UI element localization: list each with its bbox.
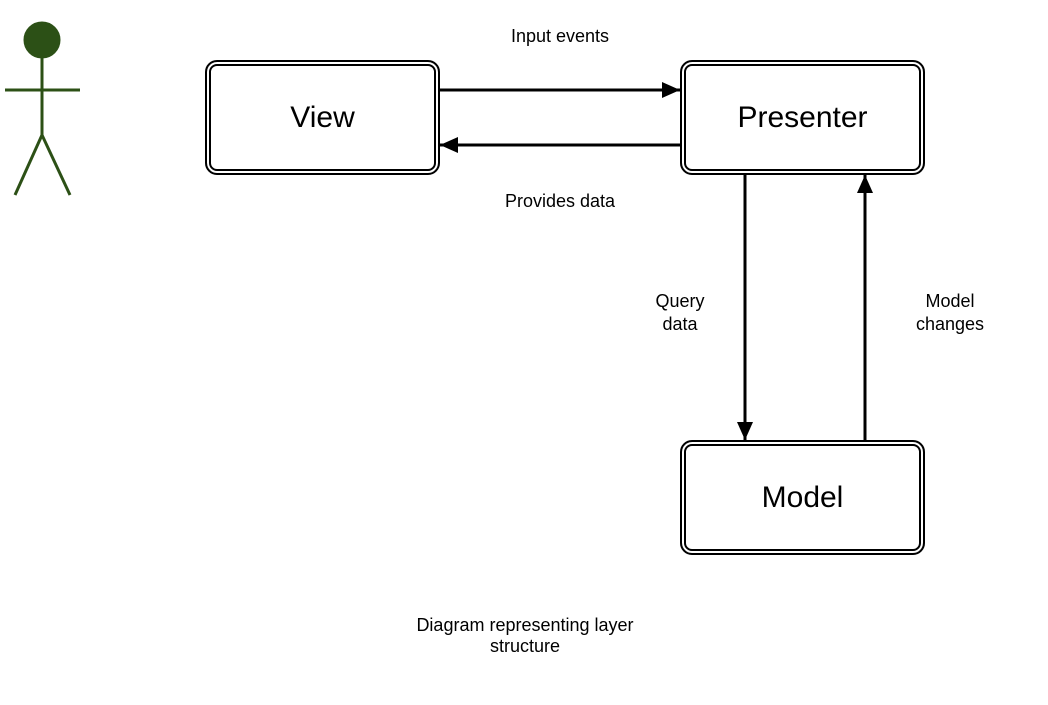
- node-model-label: Model: [762, 481, 844, 515]
- node-model: Model: [680, 440, 925, 555]
- caption-line1: Diagram representing layer: [416, 615, 633, 635]
- arrow-input-events: [440, 82, 680, 98]
- label-model-changes-l1: Model: [925, 291, 974, 311]
- label-query-data-l1: Query: [655, 291, 704, 311]
- label-model-changes: Model changes: [900, 290, 1000, 335]
- label-model-changes-l2: changes: [916, 314, 984, 334]
- diagram-caption: Diagram representing layer structure: [375, 615, 675, 657]
- arrow-provides-data: [440, 137, 680, 153]
- arrow-model-changes: [857, 175, 873, 440]
- label-query-data: Query data: [640, 290, 720, 335]
- diagram-canvas: View Presenter Model Input events Provid…: [0, 0, 1048, 705]
- caption-line2: structure: [490, 636, 560, 656]
- arrow-query-data: [737, 175, 753, 440]
- label-input-events: Input events: [495, 25, 625, 48]
- node-view-label: View: [290, 101, 354, 135]
- node-presenter-label: Presenter: [737, 101, 867, 135]
- label-provides-data: Provides data: [495, 190, 625, 213]
- actor-icon: [5, 22, 80, 195]
- node-view: View: [205, 60, 440, 175]
- node-presenter: Presenter: [680, 60, 925, 175]
- label-query-data-l2: data: [662, 314, 697, 334]
